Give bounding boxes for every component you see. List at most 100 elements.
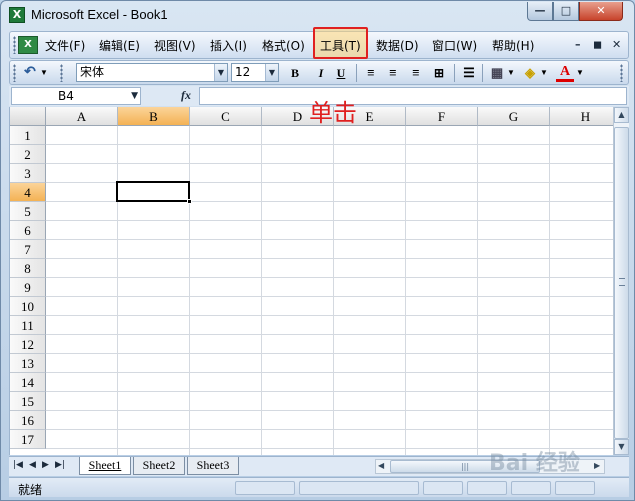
menu-format[interactable]: 格式(O) — [262, 37, 305, 54]
font-color-button[interactable]: A — [556, 64, 574, 82]
worksheet-grid[interactable]: A B C D E F G H 1 2 3 4 5 6 7 8 9 10 11 … — [9, 107, 613, 455]
baidu-watermark: Bai 经验 — [489, 451, 580, 476]
row-header-1[interactable]: 1 — [10, 126, 46, 145]
name-box-value: B4 — [58, 89, 74, 103]
menu-window[interactable]: 窗口(W) — [432, 37, 477, 54]
row-header-15[interactable]: 15 — [10, 392, 46, 411]
undo-icon[interactable]: ↶ — [21, 64, 39, 82]
row-header-7[interactable]: 7 — [10, 240, 46, 259]
gridline — [46, 239, 613, 240]
column-header-h[interactable]: H — [550, 107, 613, 126]
maximize-button[interactable]: □ — [553, 2, 579, 21]
doc-close-button[interactable]: ✕ — [612, 38, 621, 51]
row-header-4[interactable]: 4 — [10, 183, 46, 202]
italic-button[interactable]: I — [312, 64, 330, 82]
first-sheet-icon[interactable]: |◀ — [13, 460, 23, 470]
sheet-tab-3[interactable]: Sheet3 — [187, 457, 239, 475]
align-left-icon[interactable]: ≡ — [362, 64, 380, 82]
underline-button[interactable]: U — [332, 64, 350, 82]
title-bar[interactable]: X Microsoft Excel - Book1 — □ ✕ — [1, 1, 634, 29]
prev-sheet-icon[interactable]: ◀ — [29, 460, 36, 470]
bold-button[interactable]: B — [286, 64, 304, 82]
row-header-12[interactable]: 12 — [10, 335, 46, 354]
menu-view[interactable]: 视图(V) — [154, 37, 196, 54]
row-header-5[interactable]: 5 — [10, 202, 46, 221]
menu-edit[interactable]: 编辑(E) — [99, 37, 140, 54]
scroll-left-icon[interactable]: ◀ — [378, 461, 384, 470]
fill-handle[interactable] — [187, 199, 192, 204]
status-panel — [235, 481, 295, 495]
toolbar-separator — [356, 64, 357, 82]
row-header-8[interactable]: 8 — [10, 259, 46, 278]
scroll-up-icon[interactable]: ▲ — [614, 107, 629, 123]
insert-function-icon[interactable]: fx — [181, 88, 191, 103]
sheet-tab-1[interactable]: Sheet1 — [79, 457, 131, 475]
row-header-11[interactable]: 11 — [10, 316, 46, 335]
align-center-icon[interactable]: ≡ — [384, 64, 402, 82]
menu-grip-icon[interactable] — [13, 36, 16, 54]
font-name-combo[interactable]: 宋体 ▼ — [76, 63, 228, 82]
column-header-a[interactable]: A — [46, 107, 118, 126]
row-header-9[interactable]: 9 — [10, 278, 46, 297]
formula-input[interactable] — [199, 87, 627, 105]
scroll-right-icon[interactable]: ▶ — [594, 461, 600, 470]
name-box-dropdown-icon[interactable]: ▼ — [131, 88, 138, 104]
menu-help[interactable]: 帮助(H) — [492, 37, 534, 54]
column-header-c[interactable]: C — [190, 107, 262, 126]
last-sheet-icon[interactable]: ▶| — [55, 460, 65, 470]
row-header-13[interactable]: 13 — [10, 354, 46, 373]
gridline — [261, 126, 262, 455]
row-header-10[interactable]: 10 — [10, 297, 46, 316]
row-header-17[interactable]: 17 — [10, 430, 46, 449]
menu-insert[interactable]: 插入(I) — [210, 37, 247, 54]
row-header-14[interactable]: 14 — [10, 373, 46, 392]
gridline — [46, 258, 613, 259]
toolbar-options-icon[interactable] — [620, 64, 623, 82]
active-cell-b4[interactable] — [116, 181, 190, 202]
column-header-f[interactable]: F — [406, 107, 478, 126]
gridline — [46, 144, 613, 145]
close-button[interactable]: ✕ — [579, 2, 623, 21]
borders-dropdown-icon[interactable]: ▼ — [506, 64, 516, 82]
excel-app-icon[interactable]: X — [9, 7, 25, 23]
name-box[interactable]: B4 ▼ — [11, 87, 141, 105]
column-header-g[interactable]: G — [478, 107, 550, 126]
column-header-b[interactable]: B — [118, 107, 190, 126]
undo-dropdown-icon[interactable]: ▼ — [40, 64, 48, 82]
menu-file[interactable]: 文件(F) — [45, 37, 85, 54]
doc-minimize-button[interactable]: – — [575, 38, 581, 51]
vertical-scrollbar[interactable]: ▲ ▼ — [613, 107, 629, 455]
menu-data[interactable]: 数据(D) — [376, 37, 419, 54]
row-header-3[interactable]: 3 — [10, 164, 46, 183]
toolbar-separator — [454, 64, 455, 82]
select-all-corner[interactable] — [10, 107, 46, 126]
font-name-dropdown-icon[interactable]: ▼ — [214, 64, 227, 81]
font-size-dropdown-icon[interactable]: ▼ — [265, 64, 278, 81]
indent-icon[interactable]: ☰ — [460, 64, 478, 82]
gridline — [46, 429, 613, 430]
fill-color-icon[interactable]: ◈ — [521, 64, 539, 82]
fill-color-dropdown-icon[interactable]: ▼ — [539, 64, 549, 82]
toolbar-grip-icon[interactable] — [13, 64, 16, 82]
scroll-down-icon[interactable]: ▼ — [614, 439, 629, 455]
gridline — [46, 391, 613, 392]
next-sheet-icon[interactable]: ▶ — [42, 460, 49, 470]
minimize-button[interactable]: — — [527, 2, 553, 21]
menu-tools[interactable]: 工具(T) — [320, 37, 361, 54]
doc-restore-button[interactable]: ◼ — [593, 38, 602, 51]
gridline — [46, 410, 613, 411]
font-color-dropdown-icon[interactable]: ▼ — [575, 64, 585, 82]
row-header-2[interactable]: 2 — [10, 145, 46, 164]
borders-icon[interactable]: ▦ — [488, 64, 506, 82]
font-toolbar-grip-icon[interactable] — [60, 64, 63, 82]
font-size-combo[interactable]: 12 ▼ — [231, 63, 279, 82]
gridline — [405, 126, 406, 455]
row-header-16[interactable]: 16 — [10, 411, 46, 430]
status-bar: 就绪 — [9, 477, 629, 497]
row-header-6[interactable]: 6 — [10, 221, 46, 240]
align-right-icon[interactable]: ≡ — [407, 64, 425, 82]
workbook-icon[interactable]: X — [18, 36, 38, 54]
vertical-scroll-thumb[interactable] — [614, 127, 629, 439]
sheet-tab-2[interactable]: Sheet2 — [133, 457, 185, 475]
merge-center-icon[interactable]: ⊞ — [430, 64, 448, 82]
